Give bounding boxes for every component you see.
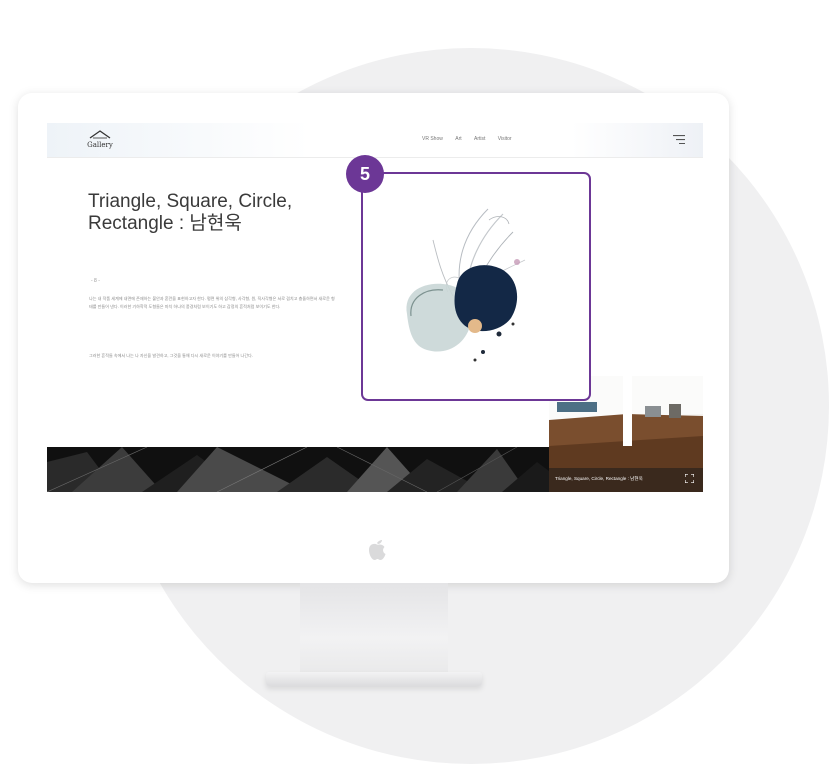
apple-logo-icon: [369, 540, 386, 560]
main-nav: VR Show Art Artist Visitor: [422, 136, 523, 142]
monitor-stand-neck: [300, 583, 448, 675]
site-logo[interactable]: Gallery: [83, 129, 117, 153]
hamburger-menu-icon[interactable]: [673, 135, 685, 144]
thumbnail-caption: Triangle, Square, Circle, Rectangle : 남현…: [555, 476, 643, 481]
logo-text: Gallery: [87, 141, 113, 149]
artwork-highlight-frame[interactable]: [361, 172, 591, 401]
step-number-badge: 5: [346, 155, 384, 193]
nav-item-art[interactable]: Art: [455, 136, 461, 142]
artwork-description-2: 그러한 흔적들 속에서 나는 나 자신을 발견하고, 그것을 통해 다시 새로운…: [89, 353, 253, 358]
artwork-description-1: 나는 내 작품 세계에 내면에 존재하는 불안과 혼란을 표현하고자 한다. 평…: [89, 296, 335, 310]
nav-item-vr-show[interactable]: VR Show: [422, 136, 443, 142]
fullscreen-icon[interactable]: [685, 474, 694, 483]
site-header: Gallery VR Show Art Artist Visitor: [47, 123, 703, 158]
artwork-painting: [406, 208, 526, 362]
title-divider: - 8 -: [91, 278, 100, 284]
nav-item-visitor[interactable]: Visitor: [498, 136, 512, 142]
nav-item-artist[interactable]: Artist: [474, 136, 485, 142]
artwork-title: Triangle, Square, Circle, Rectangle : 남현…: [88, 191, 293, 234]
monitor-stand-base: [266, 672, 482, 686]
